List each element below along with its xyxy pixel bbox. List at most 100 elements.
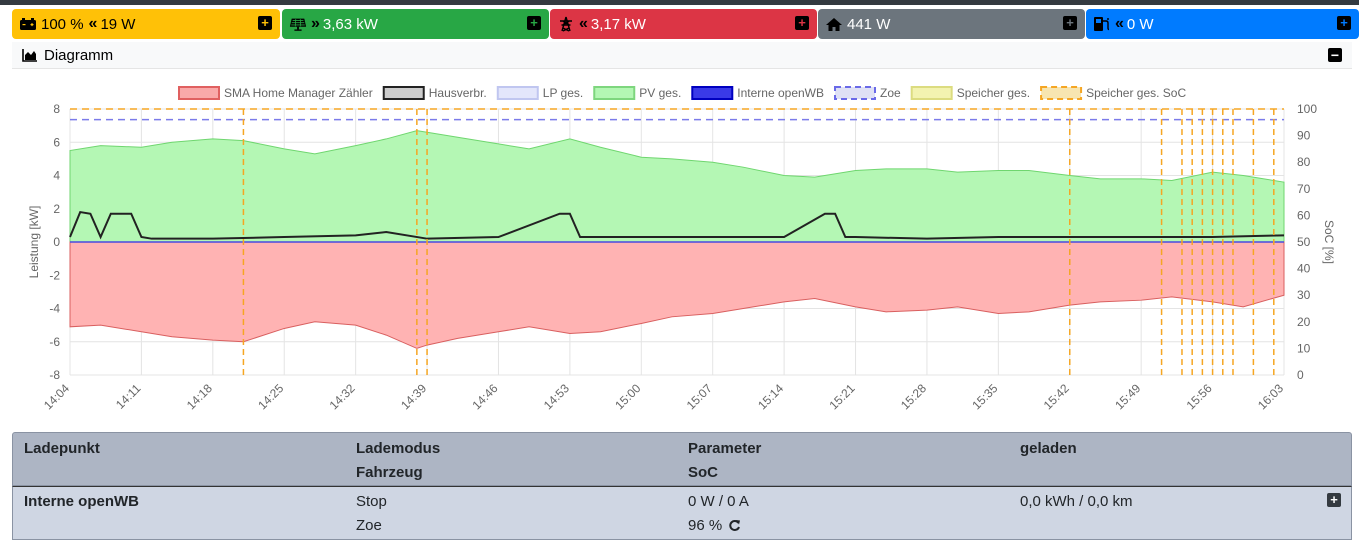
x-tick-label: 16:03 xyxy=(1255,381,1286,412)
x-tick-label: 14:53 xyxy=(541,381,572,412)
x-tick-label: 15:56 xyxy=(1184,381,1215,412)
x-tick-label: 15:14 xyxy=(755,381,786,412)
y2-tick-label: 0 xyxy=(1297,368,1304,382)
car-battery-icon xyxy=(19,16,37,32)
y2-tick-label: 60 xyxy=(1297,208,1311,222)
x-tick-label: 15:07 xyxy=(684,381,715,412)
grid-tile[interactable]: « 3,17 kW + xyxy=(550,9,817,39)
status-tiles: 100 % « 19 W + » 3,63 kW + « 3,17 kW + 4… xyxy=(12,9,1359,39)
battery-expand-button[interactable]: + xyxy=(258,16,272,30)
chargepoint-expand-button[interactable]: + xyxy=(1337,16,1351,30)
y2-tick-label: 10 xyxy=(1297,341,1311,355)
charged-energy: 0,0 kWh / 0,0 km xyxy=(1020,493,1133,510)
header-soc: SoC xyxy=(688,464,718,481)
diagram-header[interactable]: Diagramm − xyxy=(12,42,1352,69)
y2-tick-label: 50 xyxy=(1297,235,1311,249)
header-lademodus: Lademodus xyxy=(356,440,441,457)
y-tick-label: -2 xyxy=(49,268,60,282)
y-tick-label: 2 xyxy=(53,202,60,216)
pv-area xyxy=(69,130,1285,243)
legend-label: Speicher ges. SoC xyxy=(1086,86,1186,100)
legend-label: Speicher ges. xyxy=(957,86,1030,100)
legend-label: PV ges. xyxy=(639,86,681,100)
y-tick-label: 4 xyxy=(53,169,60,183)
diagram-title: Diagramm xyxy=(44,46,114,64)
house-tile[interactable]: 441 W + xyxy=(818,9,1085,39)
y-tick-label: 6 xyxy=(53,135,60,149)
x-tick-label: 14:18 xyxy=(184,381,215,412)
y-axis-label: Leistung [kW] xyxy=(27,206,41,279)
grid-meter-area xyxy=(69,241,1285,349)
legend-swatch xyxy=(1040,86,1083,100)
vehicle-name[interactable]: Zoe xyxy=(356,517,382,534)
legend-swatch xyxy=(593,86,636,100)
table-header: Ladepunkt Lademodus Fahrzeug Parameter S… xyxy=(12,432,1352,486)
grid-expand-button[interactable]: + xyxy=(795,16,809,30)
header-fahrzeug: Fahrzeug xyxy=(356,464,423,481)
area-chart-icon xyxy=(22,48,38,62)
vehicle-soc-value: 96 % xyxy=(688,517,723,534)
battery-power: 19 W xyxy=(100,15,136,33)
header-geladen: geladen xyxy=(1020,440,1077,457)
x-tick-label: 15:42 xyxy=(1041,381,1072,412)
x-tick-label: 14:39 xyxy=(398,381,429,412)
x-tick-label: 14:11 xyxy=(113,381,144,412)
y-tick-label: -6 xyxy=(49,335,60,349)
diagram-collapse-button[interactable]: − xyxy=(1328,48,1342,62)
grid-power: 3,17 kW xyxy=(590,15,646,33)
y2-tick-label: 30 xyxy=(1297,288,1311,302)
y-tick-label: -4 xyxy=(49,302,60,316)
refresh-icon[interactable] xyxy=(728,519,741,536)
legend-swatch xyxy=(691,86,734,100)
charge-mode[interactable]: Stop xyxy=(356,493,387,510)
y-tick-label: 0 xyxy=(53,235,60,249)
legend-swatch xyxy=(910,86,953,100)
pv-power: 3,63 kW xyxy=(322,15,378,33)
pv-expand-button[interactable]: + xyxy=(527,16,541,30)
house-icon xyxy=(825,16,843,32)
charge-parameter: 0 W / 0 A xyxy=(688,493,749,510)
battery-tile[interactable]: 100 % « 19 W + xyxy=(12,9,280,39)
x-tick-label: 14:25 xyxy=(255,381,286,412)
house-expand-button[interactable]: + xyxy=(1063,16,1077,30)
x-tick-label: 15:28 xyxy=(898,381,929,412)
pv-tile[interactable]: » 3,63 kW + xyxy=(282,9,549,39)
header-parameter: Parameter xyxy=(688,440,762,457)
power-chart[interactable]: 8 6 4 2 0 -2 -4 -6 -8 14:04 14:11 14:18 14:25 14:32 14… xyxy=(12,72,1352,428)
transmission-tower-icon xyxy=(557,16,575,32)
x-tick-label: 15:00 xyxy=(612,381,643,412)
vehicle-soc: 96 % xyxy=(688,517,741,536)
y2-axis-label: SoC [%] xyxy=(1322,220,1336,264)
table-row[interactable]: Interne openWB Stop Zoe 0 W / 0 A 96 % 0… xyxy=(12,486,1352,540)
header-ladepunkt: Ladepunkt xyxy=(24,440,100,457)
y2-tick-label: 80 xyxy=(1297,155,1311,169)
y2-tick-label: 100 xyxy=(1297,102,1317,116)
charging-station-icon xyxy=(1093,16,1111,32)
x-tick-label: 14:04 xyxy=(41,381,72,412)
chargepoint-power: 0 W xyxy=(1126,15,1154,33)
y2-tick-label: 70 xyxy=(1297,182,1311,196)
row-expand-button[interactable]: + xyxy=(1327,493,1341,507)
legend-swatch xyxy=(178,86,220,100)
chargepoint-tile[interactable]: « 0 W + xyxy=(1086,9,1359,39)
chargepoint-table: Ladepunkt Lademodus Fahrzeug Parameter S… xyxy=(12,432,1352,540)
house-power: 441 W xyxy=(847,15,891,33)
x-tick-label: 15:49 xyxy=(1112,381,1143,412)
chart-svg: 86420-2-4-6-814:04 14:11 14:18 14:25 14:32 14… xyxy=(27,86,1336,412)
x-tick-label: 14:32 xyxy=(327,381,358,412)
y2-tick-label: 20 xyxy=(1297,315,1311,329)
legend-swatch xyxy=(496,86,539,100)
x-tick-label: 15:21 xyxy=(827,381,858,412)
y2-tick-label: 90 xyxy=(1297,129,1311,143)
legend-label: LP ges. xyxy=(543,86,583,100)
legend-label: Interne openWB xyxy=(737,86,824,100)
y-tick-label: -8 xyxy=(49,368,60,382)
legend-swatch xyxy=(382,86,425,100)
top-navbar xyxy=(0,0,1359,5)
chargepoint-direction-arrow: « xyxy=(1115,15,1124,32)
battery-direction-arrow: « xyxy=(88,15,98,32)
x-tick-label: 14:46 xyxy=(469,381,500,412)
x-tick-label: 15:35 xyxy=(969,381,1000,412)
pv-direction-arrow: » xyxy=(311,15,320,32)
chargepoint-name: Interne openWB xyxy=(24,493,139,510)
